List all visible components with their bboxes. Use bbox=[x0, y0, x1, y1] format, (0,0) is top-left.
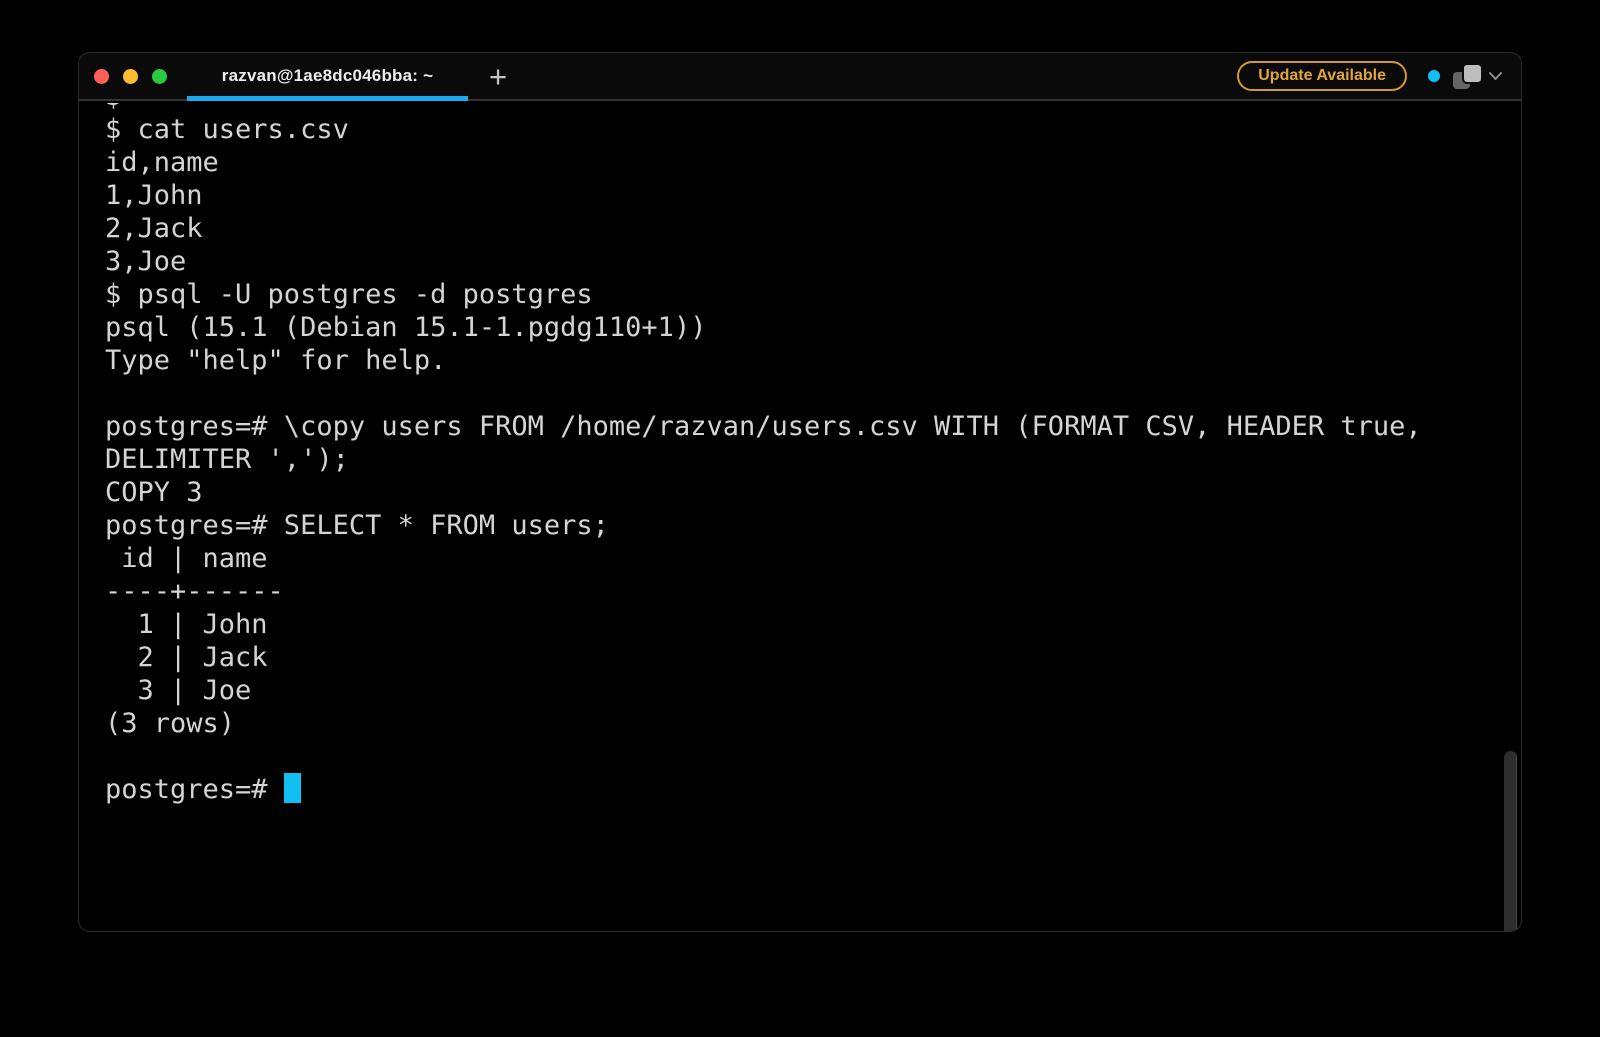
terminal-line: 1,John bbox=[105, 179, 1521, 212]
terminal-line: $ bbox=[105, 103, 1521, 113]
terminal-line bbox=[105, 377, 1521, 410]
terminal-line: 3 | Joe bbox=[105, 674, 1521, 707]
terminal-prompt-line: postgres=# bbox=[105, 773, 1521, 806]
tab-active[interactable]: razvan@1ae8dc046bba: ~ bbox=[187, 53, 468, 99]
fullscreen-button[interactable] bbox=[152, 69, 167, 84]
terminal-line: 2 | Jack bbox=[105, 641, 1521, 674]
terminal-line: ----+------ bbox=[105, 575, 1521, 608]
terminal-line: COPY 3 bbox=[105, 476, 1521, 509]
terminal-window: razvan@1ae8dc046bba: ~ + Update Availabl… bbox=[78, 52, 1522, 932]
terminal-line: 3,Joe bbox=[105, 245, 1521, 278]
update-available-button[interactable]: Update Available bbox=[1237, 61, 1407, 91]
terminal-line: $ psql -U postgres -d postgres bbox=[105, 278, 1521, 311]
terminal-line: 1 | John bbox=[105, 608, 1521, 641]
terminal-line: $ cat users.csv bbox=[105, 113, 1521, 146]
traffic-lights bbox=[79, 69, 167, 84]
minimize-button[interactable] bbox=[123, 69, 138, 84]
terminal-line: postgres=# SELECT * FROM users; bbox=[105, 509, 1521, 542]
plus-icon: + bbox=[489, 61, 507, 92]
update-available-label: Update Available bbox=[1258, 67, 1386, 85]
pane-front-shape bbox=[1462, 63, 1483, 84]
terminal-cursor bbox=[284, 773, 301, 803]
terminal-line: id,name bbox=[105, 146, 1521, 179]
terminal-line: psql (15.1 (Debian 15.1-1.pgdg110+1)) bbox=[105, 311, 1521, 344]
terminal-line: id | name bbox=[105, 542, 1521, 575]
terminal-line: (3 rows) bbox=[105, 707, 1521, 740]
terminal-output: $$ cat users.csvid,name1,John2,Jack3,Joe… bbox=[79, 103, 1521, 806]
terminal-line: Type "help" for help. bbox=[105, 344, 1521, 377]
terminal-line bbox=[105, 740, 1521, 773]
status-dot-icon bbox=[1428, 70, 1440, 82]
split-panes-icon[interactable] bbox=[1453, 63, 1484, 90]
terminal-line: 2,Jack bbox=[105, 212, 1521, 245]
terminal-prompt: postgres=# bbox=[105, 774, 284, 805]
terminal-line: postgres=# \copy users FROM /home/razvan… bbox=[105, 410, 1521, 443]
terminal-content-area[interactable]: $$ cat users.csvid,name1,John2,Jack3,Joe… bbox=[79, 103, 1521, 931]
tab-active-indicator bbox=[187, 96, 468, 101]
new-tab-button[interactable]: + bbox=[480, 58, 516, 94]
chevron-down-icon[interactable] bbox=[1487, 69, 1504, 83]
scrollbar-thumb[interactable] bbox=[1504, 751, 1517, 931]
terminal-line: DELIMITER ','); bbox=[105, 443, 1521, 476]
close-button[interactable] bbox=[94, 69, 109, 84]
titlebar: razvan@1ae8dc046bba: ~ + Update Availabl… bbox=[79, 53, 1521, 101]
tab-title: razvan@1ae8dc046bba: ~ bbox=[222, 66, 433, 86]
